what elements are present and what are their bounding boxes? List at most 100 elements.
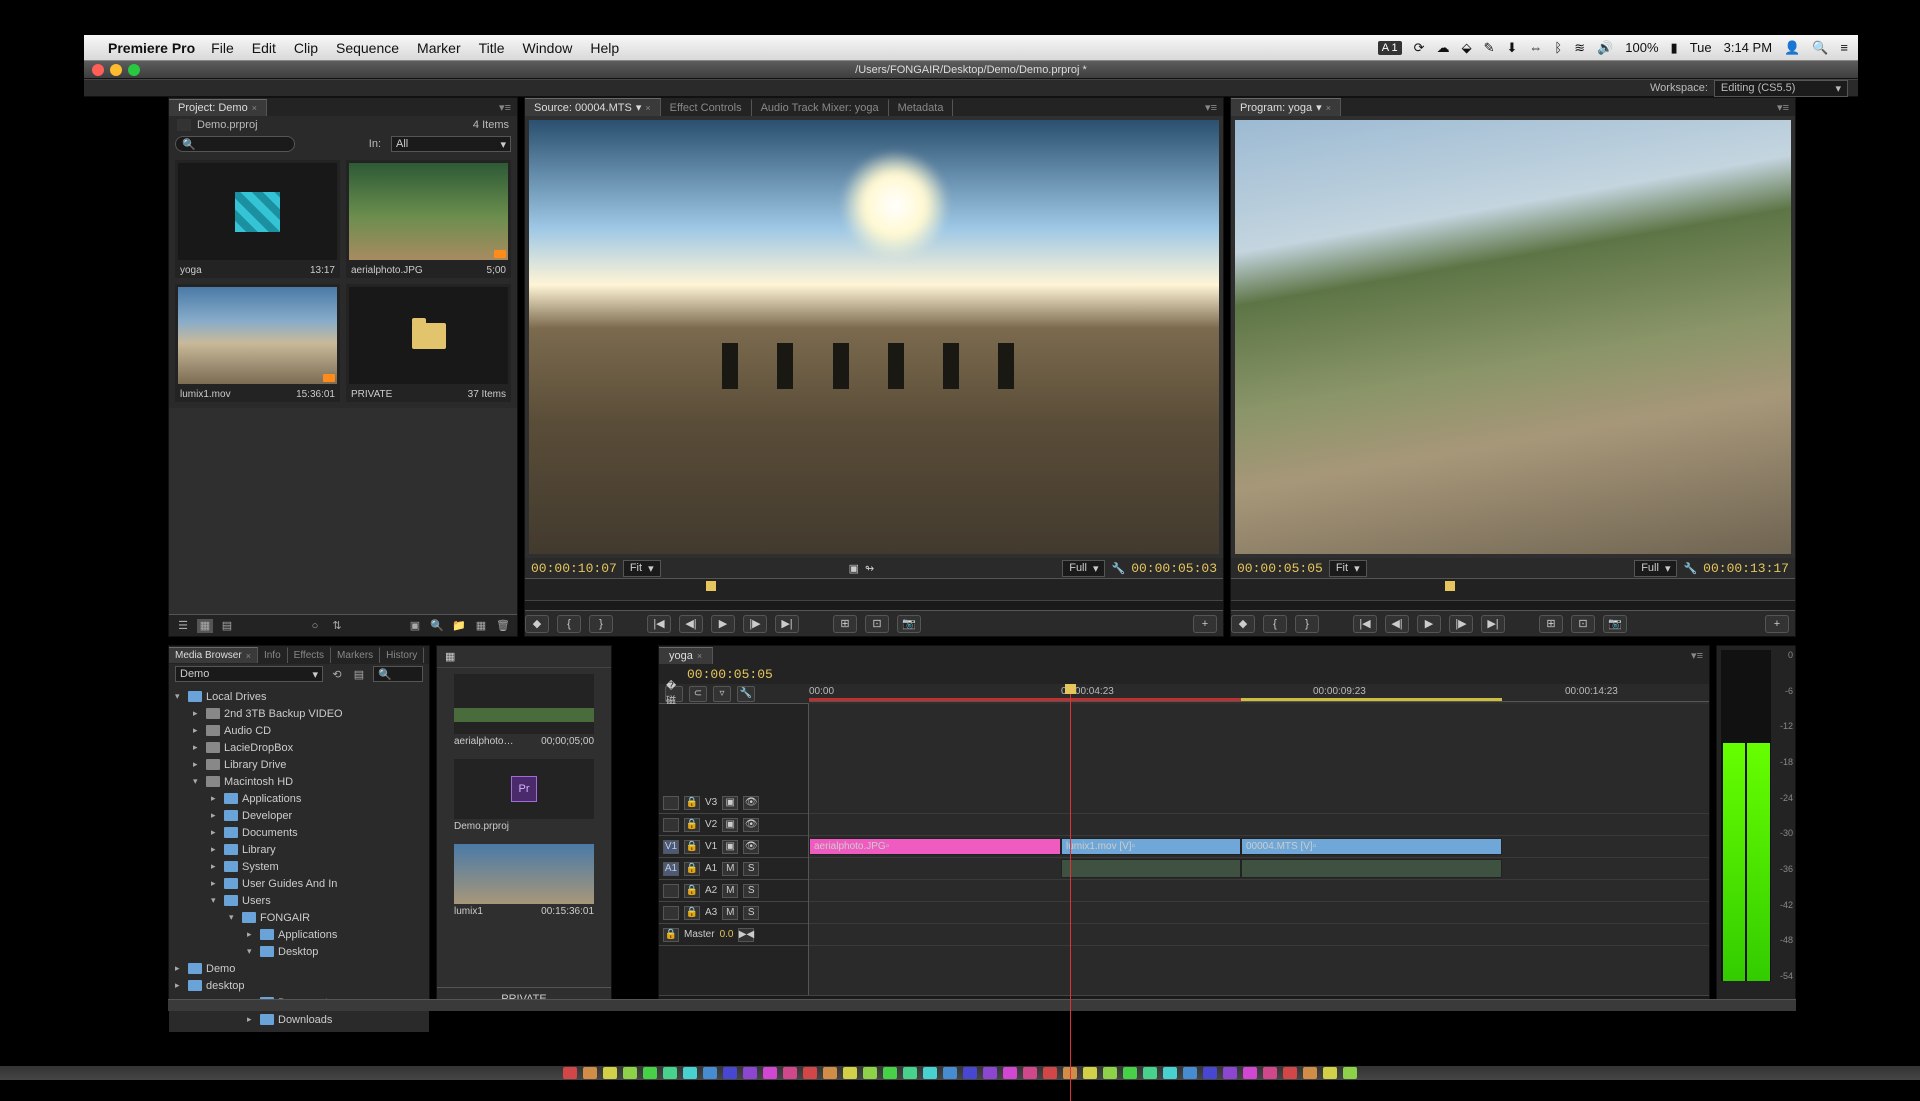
source-scrollbar[interactable] — [525, 600, 1223, 610]
program-tab[interactable]: Program: yoga ▾× — [1231, 98, 1341, 116]
track-header-V1[interactable]: V1 🔒 V1 ▣ 👁 — [659, 836, 808, 858]
clip[interactable]: aerialphoto.JPG ▫ — [809, 838, 1061, 855]
volume-icon[interactable]: 🔊 — [1597, 40, 1613, 56]
mute-button[interactable]: M — [722, 862, 738, 876]
track-target[interactable] — [663, 906, 679, 920]
master-track[interactable]: 🔒 Master 0.0 ▶◀ — [659, 924, 808, 946]
toggle-output[interactable]: ▣ — [722, 818, 738, 832]
step-fwd-button[interactable]: |▶ — [1449, 615, 1473, 633]
goto-out-button[interactable]: ▶| — [1481, 615, 1505, 633]
battery-icon[interactable]: ▮ — [1671, 40, 1678, 56]
set-out-button[interactable]: } — [1295, 615, 1319, 633]
mb-tab-info[interactable]: Info — [258, 647, 288, 663]
menu-sequence[interactable]: Sequence — [336, 40, 399, 56]
tree-item[interactable]: ▸ Developer — [169, 807, 429, 824]
lane-V3[interactable] — [809, 792, 1709, 814]
lane-A1[interactable] — [809, 858, 1709, 880]
lock-icon[interactable]: 🔒 — [684, 840, 700, 854]
project-tab[interactable]: Project: Demo× — [169, 99, 267, 116]
program-tc-right[interactable]: 00:00:13:17 — [1703, 561, 1789, 576]
icon-view-icon[interactable]: ▦ — [197, 619, 213, 633]
button-editor[interactable]: + — [1765, 615, 1789, 633]
step-back-button[interactable]: ◀| — [1385, 615, 1409, 633]
track-target[interactable] — [663, 818, 679, 832]
tree-item[interactable]: ▸ System — [169, 858, 429, 875]
wifi-icon[interactable]: ≋ — [1574, 40, 1585, 56]
lane-A3[interactable] — [809, 902, 1709, 924]
bin-seq[interactable]: yoga13:17 — [175, 160, 340, 278]
adobe-indicator[interactable]: A 1 — [1378, 41, 1402, 55]
zoom-slider-icon[interactable]: ○ — [307, 619, 323, 633]
clip[interactable]: 00004.MTS [V] ▫ — [1241, 838, 1502, 855]
source-tc-right[interactable]: 00:00:05:03 — [1131, 561, 1217, 576]
source-res[interactable]: Full▾ — [1062, 560, 1105, 577]
panel-menu-icon[interactable]: ▾≡ — [1685, 649, 1709, 662]
clock-day[interactable]: Tue — [1690, 40, 1712, 55]
settings-icon[interactable]: 🔧 — [1111, 562, 1125, 575]
snap-icon[interactable]: �磁 — [665, 686, 683, 702]
filter-icon[interactable]: ▤ — [351, 668, 367, 681]
clock-time[interactable]: 3:14 PM — [1724, 40, 1772, 55]
track-target[interactable]: A1 — [663, 862, 679, 876]
insert-button[interactable]: ⊞ — [833, 615, 857, 633]
goto-in-button[interactable]: |◀ — [1353, 615, 1377, 633]
tree-item[interactable]: ▸ Library — [169, 841, 429, 858]
panel-menu-icon[interactable]: ▾≡ — [1199, 101, 1223, 114]
track-header-V2[interactable]: 🔒 V2 ▣ 👁 — [659, 814, 808, 836]
solo-button[interactable]: S — [743, 906, 759, 920]
mute-button[interactable]: M — [722, 906, 738, 920]
track-target[interactable] — [663, 884, 679, 898]
tree-item[interactable]: ▾ Macintosh HD — [169, 773, 429, 790]
updates-icon[interactable]: ⬇ — [1506, 40, 1517, 56]
step-back-button[interactable]: ◀| — [679, 615, 703, 633]
new-bin-icon[interactable]: 📁 — [451, 619, 467, 633]
menu-help[interactable]: Help — [590, 40, 619, 56]
program-res[interactable]: Full▾ — [1634, 560, 1677, 577]
linked-selection-icon[interactable]: ⊂ — [689, 686, 707, 702]
insert-button[interactable]: ⊞ — [1539, 615, 1563, 633]
play-button[interactable]: ▶ — [711, 615, 735, 633]
tree-item[interactable]: ▾ FONGAIR — [169, 909, 429, 926]
safe-margins-icon[interactable]: ▣ — [849, 562, 859, 575]
app-name[interactable]: Premiere Pro — [108, 40, 195, 56]
new-item-icon[interactable]: ▦ — [473, 619, 489, 633]
track-target[interactable] — [663, 796, 679, 810]
tree-item[interactable]: ▸ desktop — [169, 977, 429, 994]
menu-clip[interactable]: Clip — [294, 40, 318, 56]
media-item[interactable]: aerialphoto…00;00;05;00 — [437, 668, 611, 753]
tree-item[interactable]: ▸ Audio CD — [169, 722, 429, 739]
button-editor[interactable]: + — [1193, 615, 1217, 633]
lock-icon[interactable]: 🔒 — [684, 906, 700, 920]
user-icon[interactable]: 👤 — [1784, 40, 1800, 56]
toggle-output[interactable]: ▣ — [722, 796, 738, 810]
goto-in-button[interactable]: |◀ — [647, 615, 671, 633]
traffic-lights[interactable] — [92, 64, 140, 76]
program-scrollbar[interactable] — [1231, 600, 1795, 610]
track-header-A3[interactable]: 🔒 A3 M S — [659, 902, 808, 924]
find-icon[interactable]: 🔍 — [429, 619, 445, 633]
tree-item[interactable]: ▸ Downloads — [169, 1011, 429, 1028]
dock[interactable] — [0, 1066, 1920, 1080]
evernote-icon[interactable]: ✎ — [1484, 40, 1495, 56]
clear-icon[interactable]: 🗑 — [495, 619, 511, 633]
notification-icon[interactable]: ≡ — [1840, 40, 1848, 55]
lane-A2[interactable] — [809, 880, 1709, 902]
program-viewport[interactable] — [1235, 120, 1791, 554]
clip-audio[interactable] — [1061, 859, 1241, 878]
workspace-selector[interactable]: Editing (CS5.5)▾ — [1714, 80, 1848, 97]
tree-item[interactable]: ▸ Demo — [169, 960, 429, 977]
mark-in-button[interactable]: ◆ — [1231, 615, 1255, 633]
bluetooth-icon[interactable]: ᛒ — [1554, 40, 1562, 55]
tree-item[interactable]: ▸ Applications — [169, 926, 429, 943]
panel-menu-icon[interactable]: ▾≡ — [1771, 101, 1795, 114]
toggle-sync[interactable]: 👁 — [743, 796, 759, 810]
thumb-view-icon[interactable]: ▦ — [445, 650, 455, 663]
tree-item[interactable]: ▸ Documents — [169, 824, 429, 841]
settings-icon[interactable]: 🔧 — [737, 686, 755, 702]
tree-item[interactable]: ▸ User Guides And In — [169, 875, 429, 892]
set-in-button[interactable]: { — [1263, 615, 1287, 633]
cloud-icon[interactable]: ☁ — [1437, 40, 1450, 56]
toggle-sync[interactable]: 👁 — [743, 818, 759, 832]
menu-marker[interactable]: Marker — [417, 40, 461, 56]
tree-item[interactable]: ▾ Local Drives — [169, 688, 429, 705]
